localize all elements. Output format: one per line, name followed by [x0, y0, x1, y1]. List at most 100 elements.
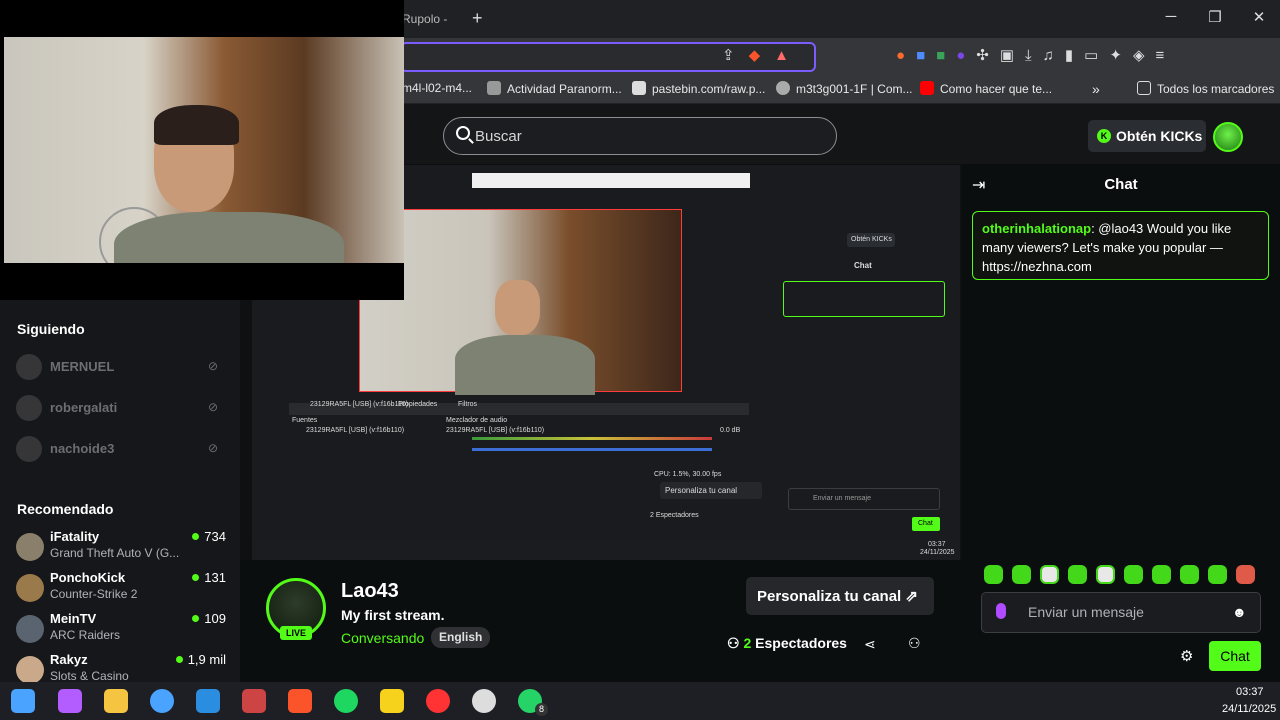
- bookmark-favicon-icon: [632, 81, 646, 95]
- file-explorer-icon[interactable]: [104, 689, 128, 713]
- bookmark-item[interactable]: m3t3g001-1F | Com...: [776, 81, 913, 96]
- chat-title: Chat: [1104, 176, 1138, 193]
- spotify-icon[interactable]: [334, 689, 358, 713]
- search-placeholder: Buscar: [475, 128, 522, 145]
- microphone-icon[interactable]: [996, 603, 1006, 619]
- recommended-heading: Recomendado: [17, 501, 114, 517]
- download-icon: ⤓: [1025, 47, 1043, 64]
- avatar: [16, 436, 42, 462]
- offline-icon: ⊘: [208, 400, 219, 414]
- stream-title: My first stream.: [341, 607, 445, 623]
- recommended-item[interactable]: PonchoKick Counter-Strike 2 131: [16, 570, 226, 606]
- copilot-icon[interactable]: [58, 689, 82, 713]
- user-settings-icon[interactable]: ⚇: [908, 635, 921, 652]
- avatar: [16, 574, 44, 602]
- brave-shields-icon: ◆: [748, 47, 775, 64]
- emote-icon[interactable]: [1068, 565, 1087, 584]
- minimize-window-button[interactable]: ─: [1156, 8, 1186, 25]
- media-icon: ▣: [999, 47, 1026, 64]
- obs-preview-canvas: [359, 209, 682, 395]
- avatar: [16, 354, 42, 380]
- emote-icon[interactable]: [1152, 565, 1171, 584]
- emoji-icon[interactable]: ☻: [1232, 604, 1247, 620]
- wallet-icon: ▭: [1084, 47, 1110, 64]
- following-item[interactable]: nachoide3 ⊘: [16, 434, 226, 464]
- vscode-icon[interactable]: [196, 689, 220, 713]
- bookmark-item[interactable]: Actividad Paranorm...: [487, 81, 622, 96]
- bookmark-favicon-icon: [487, 81, 501, 95]
- emote-icon[interactable]: [984, 565, 1003, 584]
- recommended-item[interactable]: iFatality Grand Theft Auto V (G... 734: [16, 529, 226, 565]
- brave-browser-icon[interactable]: [288, 689, 312, 713]
- avatar: [16, 533, 44, 561]
- emote-icon[interactable]: [1208, 565, 1227, 584]
- menu-icon: ≡: [1155, 47, 1176, 64]
- search-icon: [456, 126, 470, 140]
- emote-icon[interactable]: [1040, 565, 1059, 584]
- translate-extension-icon: ■: [916, 47, 937, 64]
- extension-badge-icon: ●: [956, 47, 977, 64]
- extension-icons[interactable]: ●■■●✣▣⤓♫▮▭✦◈≡: [896, 46, 1175, 64]
- emote-icon[interactable]: [1124, 565, 1143, 584]
- live-dot-icon: [192, 574, 200, 581]
- close-window-button[interactable]: ✕: [1244, 8, 1274, 26]
- emote-icon[interactable]: [1180, 565, 1199, 584]
- flag-extension-icon: ■: [936, 47, 957, 64]
- bookmark-favicon-icon: [776, 81, 790, 95]
- puzzle-extensions-icon: ✣: [976, 47, 1000, 64]
- following-heading: Siguiendo: [17, 321, 85, 337]
- chat-send-button[interactable]: Chat: [1209, 641, 1261, 671]
- share-icon[interactable]: ⋖: [864, 636, 876, 653]
- emote-icon[interactable]: [1096, 565, 1115, 584]
- avatar: [16, 395, 42, 421]
- following-item[interactable]: MERNUEL ⊘: [16, 352, 226, 382]
- bookmark-item[interactable]: pastebin.com/raw.p...: [632, 81, 765, 96]
- taskbar-clock-time[interactable]: 03:37: [1236, 686, 1264, 698]
- brave-rewards-icon: ▲: [774, 47, 803, 64]
- obs-window-titlebar: [472, 173, 750, 188]
- fire-extension-icon: ●: [896, 47, 917, 64]
- gauge-app-icon[interactable]: [426, 689, 450, 713]
- bookmark-item[interactable]: m4l-l02-m4...: [402, 81, 472, 95]
- bookmarks-overflow-button[interactable]: »: [1092, 81, 1100, 97]
- recommended-item[interactable]: MeinTV ARC Raiders 109: [16, 611, 226, 647]
- browser-tab-title[interactable]: Rupolo -: [402, 12, 447, 26]
- emote-icon[interactable]: [1012, 565, 1031, 584]
- obs-icon[interactable]: [472, 689, 496, 713]
- game-app-icon[interactable]: [242, 689, 266, 713]
- restore-window-button[interactable]: ❐: [1200, 8, 1230, 26]
- language-tag[interactable]: English: [431, 627, 491, 648]
- customize-channel-button[interactable]: Personaliza tu canal ⇗: [746, 577, 934, 615]
- youtube-favicon-icon: [920, 81, 934, 95]
- sticky-notes-icon[interactable]: [380, 689, 404, 713]
- whatsapp-badge: 8: [535, 703, 548, 716]
- windows-taskbar: [0, 682, 1280, 720]
- live-dot-icon: [192, 533, 200, 540]
- chat-message: otherinhalationap: @lao43 Would you like…: [972, 211, 1269, 280]
- all-bookmarks-folder[interactable]: Todos los marcadores: [1137, 81, 1274, 96]
- vpn-icon: ◈: [1132, 47, 1156, 64]
- live-dot-icon: [192, 615, 200, 622]
- windows-start-icon[interactable]: [11, 689, 35, 713]
- bookmark-item[interactable]: Como hacer que te...: [920, 81, 1052, 96]
- emote-icon[interactable]: [1236, 565, 1255, 584]
- stream-category-link[interactable]: Conversando: [341, 630, 424, 646]
- offline-icon: ⊘: [208, 359, 219, 373]
- avatar: [16, 656, 44, 684]
- folder-icon: [1137, 81, 1151, 95]
- taskbar-clock-date[interactable]: 24/11/2025: [1222, 703, 1276, 715]
- avatar: [16, 615, 44, 643]
- user-avatar[interactable]: [1213, 122, 1243, 152]
- leo-ai-icon: ✦: [1109, 47, 1133, 64]
- new-tab-button[interactable]: +: [472, 8, 483, 29]
- external-link-icon: ⇗: [905, 588, 918, 605]
- following-item[interactable]: robergalati ⊘: [16, 393, 226, 423]
- emote-bar: [984, 565, 1264, 589]
- streamer-name[interactable]: Lao43: [341, 580, 399, 603]
- power-app-icon[interactable]: [150, 689, 174, 713]
- address-bar-icons[interactable]: ⇪◆▲: [722, 46, 803, 64]
- viewer-count: ⚇ 2 Espectadores: [727, 635, 847, 651]
- viewers-icon: ⚇: [727, 635, 740, 651]
- share-page-icon: ⇪: [722, 47, 749, 64]
- chat-settings-gear-icon[interactable]: ⚙: [1180, 647, 1193, 665]
